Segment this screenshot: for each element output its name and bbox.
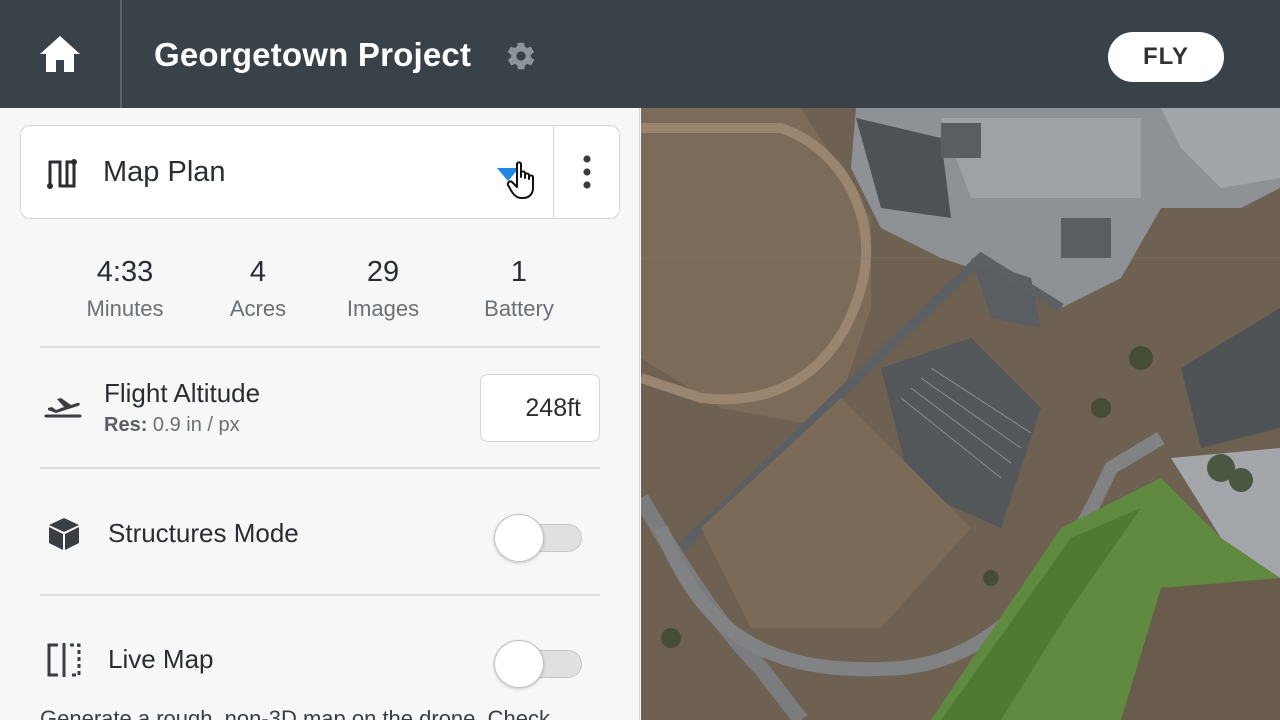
- plan-type-label: Map Plan: [103, 156, 226, 188]
- more-vertical-icon: [583, 155, 591, 189]
- stat-label: Images: [346, 296, 420, 321]
- live-map-description: Generate a rough, non-3D map on the dron…: [40, 706, 550, 720]
- resolution-value: 0.9 in / px: [152, 414, 240, 436]
- flight-stats: 4:33 Minutes 4 Acres 29 Images 1 Battery: [40, 250, 600, 340]
- stat-label: Battery: [484, 296, 554, 321]
- live-map-toggle[interactable]: [494, 640, 584, 688]
- resolution-text: Res: 0.9 in / px: [104, 414, 240, 437]
- gear-icon: [507, 42, 535, 70]
- section-divider: [40, 346, 600, 348]
- resolution-label: Res:: [104, 414, 148, 436]
- stat-images: 29 Images: [313, 250, 453, 322]
- toggle-knob: [494, 514, 544, 562]
- live-map-label: Live Map: [108, 644, 214, 674]
- plan-selector-card: Map Plan: [20, 125, 620, 219]
- stat-label: Minutes: [86, 296, 164, 321]
- stat-value: 4:33: [96, 256, 154, 288]
- structures-mode-label: Structures Mode: [108, 518, 299, 548]
- section-divider: [40, 467, 600, 469]
- project-settings-button[interactable]: [505, 40, 537, 72]
- home-icon: [40, 36, 80, 72]
- stat-battery: 1 Battery: [449, 250, 589, 322]
- takeoff-icon: [44, 398, 82, 418]
- flight-altitude-title: Flight Altitude: [104, 378, 261, 408]
- project-title: Georgetown Project: [154, 36, 472, 73]
- stat-value: 4: [249, 256, 267, 288]
- cube-icon: [49, 518, 79, 550]
- stat-value: 1: [510, 256, 528, 288]
- altitude-input[interactable]: [480, 374, 600, 442]
- hand-pointer-icon: [506, 161, 534, 199]
- live-map-icon: [47, 643, 81, 677]
- flight-plan-panel: Map Plan 4:33 Minutes 4 Acres 29 Images: [0, 108, 640, 720]
- stat-label: Acres: [229, 296, 287, 321]
- satellite-imagery: [641, 108, 1280, 720]
- header-divider: [120, 0, 122, 108]
- map-plan-icon: [47, 159, 77, 189]
- satellite-map[interactable]: [641, 108, 1280, 720]
- plan-type-dropdown[interactable]: Map Plan: [21, 126, 553, 218]
- stat-acres: 4 Acres: [188, 250, 328, 322]
- toggle-knob: [494, 640, 544, 688]
- stat-value: 29: [366, 256, 400, 288]
- plan-more-button[interactable]: [554, 126, 620, 218]
- section-divider: [40, 594, 600, 596]
- top-bar: Georgetown Project FLY: [0, 0, 1280, 108]
- stat-minutes: 4:33 Minutes: [55, 250, 195, 322]
- fly-button[interactable]: FLY: [1108, 32, 1224, 82]
- home-button[interactable]: [0, 0, 120, 108]
- structures-mode-toggle[interactable]: [494, 514, 584, 562]
